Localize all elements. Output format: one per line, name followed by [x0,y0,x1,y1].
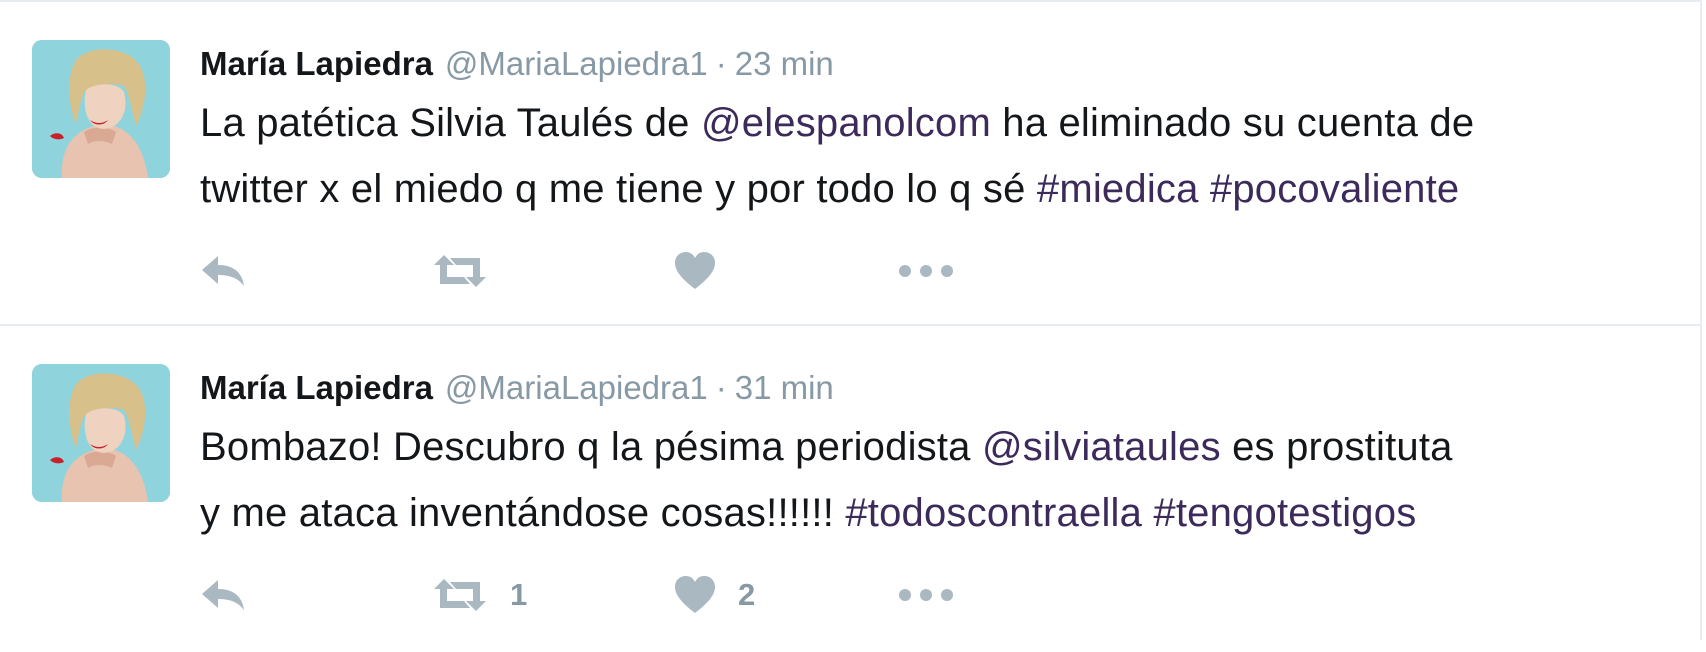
tweet-text-line: twitter x el miedo q me tiene y por todo… [200,156,1680,222]
text-segment: Bombazo! Descubro q la pésima periodista [200,425,982,469]
more-dots-icon [899,589,953,601]
text-segment: twitter x el miedo q me tiene y por todo… [200,167,1037,211]
like-count: 2 [738,577,756,612]
tweet[interactable]: María Lapiedra @MariaLapiedra1 · 23 min La … [0,0,1700,326]
user-name[interactable]: María Lapiedra [200,45,433,82]
text-segment: y me ataca inventándose cosas!!!!!! [200,491,846,535]
tweet-header: María Lapiedra @MariaLapiedra1 · 31 min [200,366,834,410]
tweet-header: María Lapiedra @MariaLapiedra1 · 23 min [200,42,834,86]
text-segment [1199,167,1210,211]
heart-icon [675,576,715,613]
user-name[interactable]: María Lapiedra [200,369,433,406]
tweet-text-line: Bombazo! Descubro q la pésima periodista… [200,414,1680,480]
tweet-timestamp[interactable]: 31 min [735,369,834,406]
avatar-image [32,40,170,178]
user-handle[interactable]: @MariaLapiedra1 [445,45,708,82]
text-segment [1142,491,1153,535]
reply-icon [202,580,244,610]
tweet-text-line: y me ataca inventándose cosas!!!!!! #tod… [200,480,1680,546]
retweet-count: 1 [510,577,528,612]
reply-icon [202,256,244,286]
tweet-actions [200,246,1100,296]
text-segment: La patética Silvia Taulés de [200,101,701,145]
reply-button[interactable] [200,246,246,296]
avatar[interactable] [32,40,170,178]
tweet-actions: 1 2 [200,570,1100,620]
tweet-timestamp[interactable]: 23 min [735,45,834,82]
hashtag-link[interactable]: #pocovaliente [1210,167,1459,211]
text-segment: ha eliminado su cuenta de [990,101,1475,145]
text-segment: es prostituta [1220,425,1453,469]
tweet-text: Bombazo! Descubro q la pésima periodista… [200,414,1680,546]
like-button[interactable]: 2 [674,570,755,620]
separator-dot: · [715,369,727,406]
hashtag-link[interactable]: #todoscontraella [845,491,1142,535]
tweet-text: La patética Silvia Taulés de @elespanolc… [200,90,1680,222]
mention-link[interactable]: @silviataules [982,425,1221,469]
more-button[interactable] [898,570,954,620]
tweet-text-line: La patética Silvia Taulés de @elespanolc… [200,90,1680,156]
more-dots-icon [899,265,953,277]
separator-dot: · [715,45,727,82]
retweet-icon [434,579,486,611]
user-handle[interactable]: @MariaLapiedra1 [445,369,708,406]
retweet-icon [434,255,486,287]
like-button[interactable] [674,246,738,296]
hashtag-link[interactable]: #tengotestigos [1153,491,1416,535]
retweet-button[interactable]: 1 [432,570,527,620]
hashtag-link[interactable]: #miedica [1037,167,1199,211]
more-button[interactable] [898,246,954,296]
avatar-image [32,364,170,502]
avatar[interactable] [32,364,170,502]
reply-button[interactable] [200,570,246,620]
heart-icon [675,252,715,289]
retweet-button[interactable] [432,246,510,296]
tweet[interactable]: María Lapiedra @MariaLapiedra1 · 31 min Bom… [0,326,1700,652]
mention-link[interactable]: @elespanolcom [701,101,991,145]
tweet-timeline: María Lapiedra @MariaLapiedra1 · 23 min La … [0,0,1702,640]
